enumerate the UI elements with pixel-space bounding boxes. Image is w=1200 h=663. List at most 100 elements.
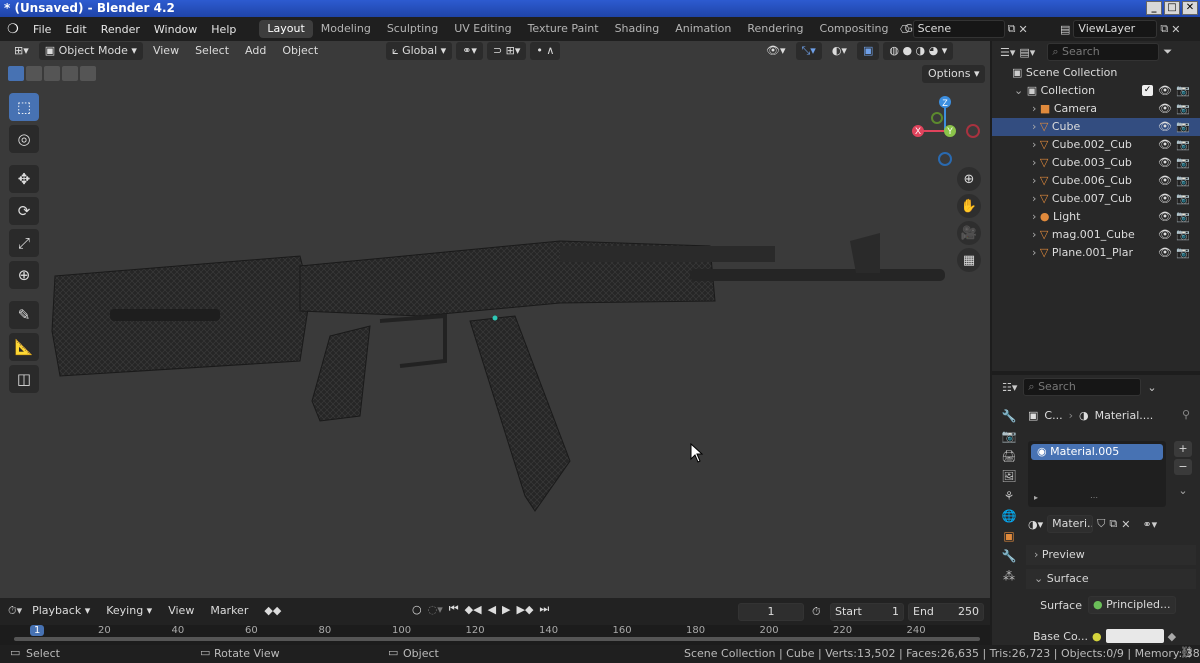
expand-arrow-icon[interactable]: › [1032, 102, 1036, 115]
menu-edit[interactable]: Edit [58, 23, 93, 36]
preview-panel-header[interactable]: › Preview [1026, 545, 1196, 565]
play-reverse-icon[interactable]: ◀ [488, 603, 496, 616]
visibility-eye-icon[interactable]: 👁 [1158, 190, 1172, 208]
prev-keyframe-icon[interactable]: ◆◀ [465, 603, 482, 616]
output-tab-icon[interactable]: 🖨 [1001, 449, 1016, 463]
tab-texture-paint[interactable]: Texture Paint [520, 20, 607, 38]
expand-arrow-icon[interactable]: › [1032, 138, 1036, 151]
modifier-tab-icon[interactable]: 🔧 [1002, 549, 1017, 563]
material-slot-list[interactable]: ◉ Material.005 ▸ ⋯ [1028, 441, 1166, 507]
timeline-editor-icon[interactable]: ⏱▾ [8, 604, 22, 618]
list-resize-handle[interactable]: ⋯ [1090, 493, 1098, 502]
render-camera-icon[interactable]: 📷 [1176, 208, 1190, 226]
auto-keying-icon[interactable]: ○ [412, 603, 422, 616]
outliner-item[interactable]: › ▽ Cube.006_Cub 👁 📷 [992, 172, 1200, 190]
3d-viewport[interactable]: ⊞▾ ▣ Object Mode ▾ View Select Add Objec… [0, 41, 990, 598]
collection-render-icon[interactable]: 📷 [1176, 82, 1190, 100]
particles-tab-icon[interactable]: ⁂ [1003, 569, 1015, 583]
expand-arrow-icon[interactable]: › [1032, 156, 1036, 169]
outliner-search-input[interactable]: ⌕ Search [1047, 43, 1160, 61]
base-color-swatch[interactable] [1105, 629, 1164, 643]
expand-arrow-icon[interactable]: › [1032, 246, 1036, 259]
render-camera-icon[interactable]: 📷 [1176, 226, 1190, 244]
outliner-editor-icon[interactable]: ☰▾ [1000, 46, 1015, 59]
keying-menu[interactable]: Keying ▾ [100, 602, 158, 620]
maximize-button[interactable]: □ [1164, 1, 1180, 15]
visibility-eye-icon[interactable]: 👁 [1158, 244, 1172, 262]
material-browse-icon[interactable]: ◑▾ [1028, 518, 1043, 531]
render-camera-icon[interactable]: 📷 [1176, 100, 1190, 118]
collection-visibility-icon[interactable]: 👁 [1158, 82, 1172, 100]
outliner-item[interactable]: › ▽ Cube.002_Cub 👁 📷 [992, 136, 1200, 154]
tab-compositing[interactable]: Compositing [812, 20, 897, 38]
tab-rendering[interactable]: Rendering [739, 20, 811, 38]
outliner-item[interactable]: › ▽ Cube.007_Cub 👁 📷 [992, 190, 1200, 208]
tab-uv-editing[interactable]: UV Editing [446, 20, 519, 38]
jump-start-icon[interactable]: ⏮ [449, 602, 459, 616]
tool-tab-icon[interactable]: 🔧 [1002, 409, 1017, 423]
view-layer-tab-icon[interactable]: 🖼 [1001, 469, 1016, 483]
frame-ruler[interactable]: 1 20 40 60 80 100 120 140 160 180 200 220 240 [0, 625, 990, 645]
jump-end-icon[interactable]: ⏭ [539, 602, 549, 616]
status-network-icon[interactable]: ⛓ [1180, 646, 1194, 659]
object-tab-icon[interactable]: ▣ [1003, 529, 1014, 543]
surface-shader-field[interactable]: ● Principled... [1088, 596, 1176, 614]
start-frame-field[interactable]: Start 1 [830, 603, 904, 621]
fake-user-shield-icon[interactable]: ⛉ [1097, 517, 1105, 531]
play-icon[interactable]: ▶ [502, 603, 510, 616]
material-slot-item[interactable]: ◉ Material.005 [1031, 444, 1163, 460]
tab-animation[interactable]: Animation [667, 20, 739, 38]
outliner-item[interactable]: › ▽ Cube.003_Cub 👁 📷 [992, 154, 1200, 172]
unlink-material-icon[interactable]: ✕ [1121, 518, 1130, 531]
tab-sculpting[interactable]: Sculpting [379, 20, 446, 38]
expand-arrow-icon[interactable]: › [1032, 120, 1036, 133]
outliner-item[interactable]: › ■ Camera 👁 📷 [992, 100, 1200, 118]
view-layer-field[interactable]: ViewLayer [1073, 20, 1158, 38]
end-frame-field[interactable]: End 250 [908, 603, 984, 621]
delete-scene-icon[interactable]: ✕ [1018, 23, 1027, 36]
visibility-eye-icon[interactable]: 👁 [1158, 136, 1172, 154]
next-keyframe-icon[interactable]: ▶◆ [517, 603, 534, 616]
menu-help[interactable]: Help [204, 23, 243, 36]
scene-name-field[interactable]: Scene [912, 20, 1005, 38]
render-camera-icon[interactable]: 📷 [1176, 172, 1190, 190]
scene-selector[interactable]: ⎔ Scene ⧉ ✕ [900, 20, 1054, 38]
tab-shading[interactable]: Shading [607, 20, 668, 38]
remove-slot-button[interactable]: − [1174, 459, 1192, 475]
duplicate-material-icon[interactable]: ⧉ [1109, 517, 1117, 531]
collection-checkbox[interactable]: ✓ [1142, 85, 1153, 96]
properties-options-icon[interactable]: ⌄ [1147, 381, 1156, 394]
keyframe-nav-icon[interactable]: ◆◆ [258, 602, 287, 620]
visibility-eye-icon[interactable]: 👁 [1158, 208, 1172, 226]
pin-icon[interactable]: ⚲ [1182, 408, 1190, 421]
collection-row[interactable]: ⌄ ▣ Collection ✓ 👁 📷 [992, 82, 1200, 100]
outliner-item[interactable]: › ▽ mag.001_Cube 👁 📷 [992, 226, 1200, 244]
new-scene-icon[interactable]: ⧉ [1008, 22, 1016, 36]
base-color-keyframe-icon[interactable]: ◆ [1168, 630, 1176, 643]
render-camera-icon[interactable]: 📷 [1176, 244, 1190, 262]
preview-range-icon[interactable]: ⏱ [812, 605, 821, 619]
delete-view-layer-icon[interactable]: ✕ [1171, 23, 1180, 36]
slot-specials-button[interactable]: ⌄ [1174, 483, 1192, 499]
render-camera-icon[interactable]: 📷 [1176, 190, 1190, 208]
outliner-item[interactable]: › ▽ Plane.001_Plar 👁 📷 [992, 244, 1200, 262]
properties-search-input[interactable]: ⌕ Search [1023, 378, 1142, 396]
render-tab-icon[interactable]: 📷 [1002, 429, 1017, 443]
timeline-scrollbar[interactable] [14, 637, 980, 641]
visibility-eye-icon[interactable]: 👁 [1158, 172, 1172, 190]
scene-collection-row[interactable]: ▣ Scene Collection [992, 64, 1200, 82]
filter-icon[interactable]: ⏷ [1163, 45, 1172, 59]
close-button[interactable]: ✕ [1182, 1, 1198, 15]
menu-render[interactable]: Render [94, 23, 147, 36]
scene-tab-icon[interactable]: ⚘ [1004, 489, 1015, 503]
keying-set-icon[interactable]: ◌▾ [428, 603, 443, 616]
timeline-view-menu[interactable]: View [162, 602, 200, 620]
list-expand-icon[interactable]: ▸ [1034, 493, 1038, 502]
node-link-icon[interactable]: ⚭▾ [1142, 518, 1157, 531]
visibility-eye-icon[interactable]: 👁 [1158, 100, 1172, 118]
properties-editor-icon[interactable]: ☷▾ [1002, 381, 1017, 394]
current-frame-field[interactable]: 1 [738, 603, 804, 621]
expand-arrow-icon[interactable]: ⌄ [1014, 84, 1023, 97]
tab-layout[interactable]: Layout [259, 20, 313, 38]
tab-modeling[interactable]: Modeling [313, 20, 379, 38]
